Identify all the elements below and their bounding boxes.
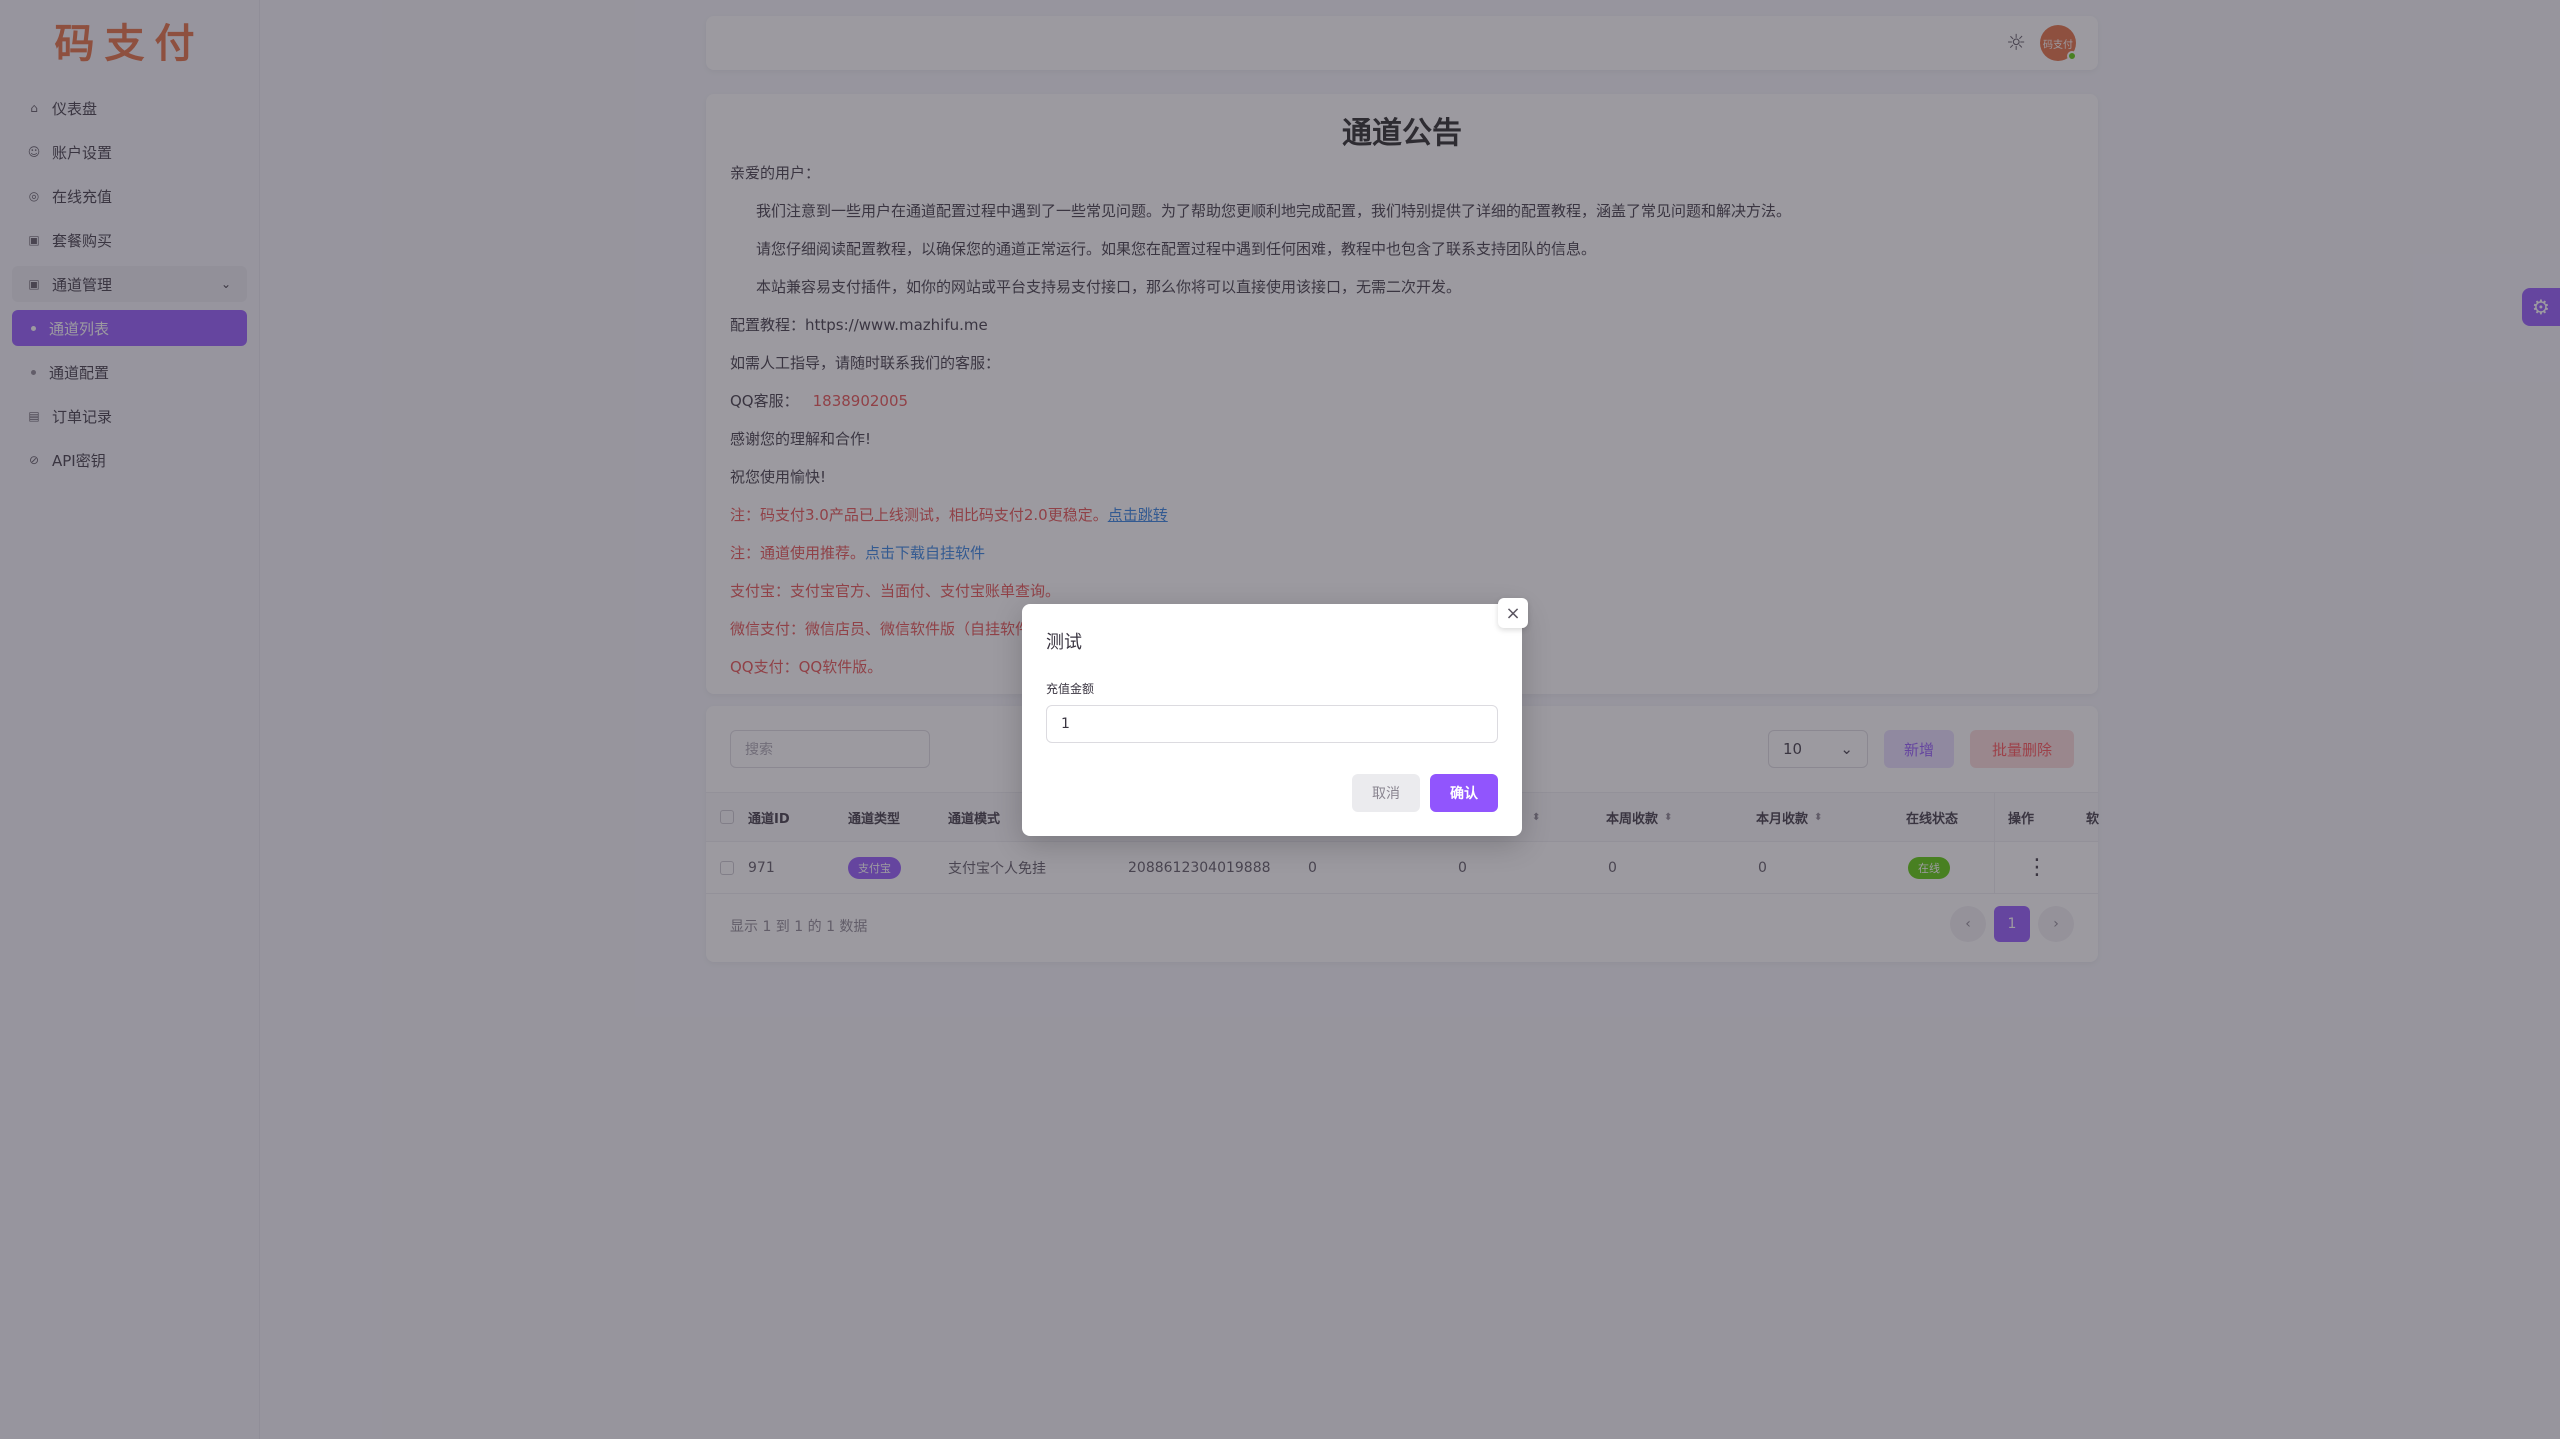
close-icon[interactable]: × <box>1498 598 1528 628</box>
amount-input[interactable] <box>1046 705 1498 743</box>
cancel-button[interactable]: 取消 <box>1352 774 1420 812</box>
confirm-button[interactable]: 确认 <box>1430 774 1498 812</box>
amount-label: 充值金额 <box>1046 682 1095 696</box>
dialog-actions: 取消 确认 <box>1352 774 1498 812</box>
test-dialog: × 测试 充值金额 取消 确认 <box>1022 598 1528 836</box>
dialog-title: 测试 <box>1046 632 1082 653</box>
